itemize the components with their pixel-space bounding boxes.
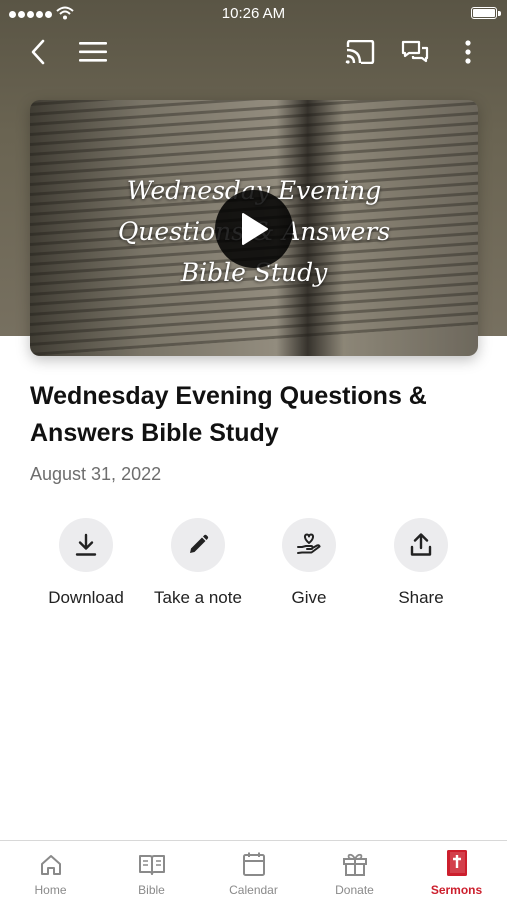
sermons-book-icon bbox=[446, 850, 467, 876]
tab-home[interactable]: Home bbox=[0, 841, 101, 901]
download-circle bbox=[59, 518, 113, 572]
play-button[interactable] bbox=[215, 190, 293, 268]
chevron-left-icon bbox=[31, 39, 45, 65]
sermon-date: August 31, 2022 bbox=[30, 464, 162, 484]
menu-button[interactable] bbox=[73, 30, 113, 74]
download-button[interactable]: Download bbox=[29, 518, 143, 608]
hamburger-menu-icon bbox=[79, 42, 107, 62]
more-options-button[interactable] bbox=[448, 30, 488, 74]
status-bar: 10:26 AM bbox=[0, 0, 507, 28]
take-note-label: Take a note bbox=[154, 588, 242, 607]
share-label: Share bbox=[398, 588, 444, 607]
share-button[interactable]: Share bbox=[364, 518, 478, 608]
cast-button[interactable] bbox=[340, 30, 380, 74]
sermon-actions: Download Take a note Give Share bbox=[0, 518, 507, 618]
take-note-circle bbox=[171, 518, 225, 572]
bible-book-icon bbox=[138, 855, 165, 875]
calendar-icon bbox=[242, 852, 265, 876]
status-time: 10:26 AM bbox=[221, 5, 286, 22]
chat-button[interactable] bbox=[395, 30, 435, 74]
tab-donate[interactable]: Donate bbox=[304, 841, 405, 901]
top-navigation-bar bbox=[0, 30, 507, 74]
tab-calendar-label: Calendar bbox=[229, 883, 278, 897]
download-label: Download bbox=[48, 588, 124, 607]
chat-bubbles-icon bbox=[401, 40, 429, 63]
download-icon bbox=[75, 533, 97, 556]
play-icon bbox=[242, 213, 268, 245]
video-player[interactable]: Wednesday Evening Questions & Answers Bi… bbox=[30, 100, 478, 356]
tab-donate-label: Donate bbox=[335, 883, 374, 897]
tab-calendar[interactable]: Calendar bbox=[203, 841, 304, 901]
give-label: Give bbox=[291, 588, 327, 607]
back-button[interactable] bbox=[18, 30, 58, 74]
give-button[interactable]: Give bbox=[252, 518, 366, 608]
share-icon bbox=[410, 533, 432, 556]
more-vertical-icon bbox=[465, 40, 471, 64]
give-circle bbox=[282, 518, 336, 572]
battery-tip bbox=[498, 11, 501, 16]
share-circle bbox=[394, 518, 448, 572]
tab-bible-label: Bible bbox=[138, 883, 165, 897]
tab-sermons-label: Sermons bbox=[430, 883, 483, 897]
battery-icon bbox=[471, 7, 497, 19]
tab-bible[interactable]: Bible bbox=[101, 841, 202, 901]
take-note-button[interactable]: Take a note bbox=[141, 518, 255, 608]
tab-home-label: Home bbox=[34, 883, 67, 897]
pencil-icon bbox=[190, 534, 209, 553]
sermon-title: Wednesday Evening Questions & Answers Bi… bbox=[30, 382, 427, 447]
home-icon bbox=[40, 855, 61, 875]
bottom-tab-bar: Home Bible Calendar Donate Sermons bbox=[0, 840, 507, 901]
give-hand-heart-icon bbox=[297, 533, 321, 554]
cast-icon bbox=[345, 40, 375, 64]
tab-sermons[interactable]: Sermons bbox=[406, 841, 507, 901]
gift-icon bbox=[342, 853, 367, 876]
